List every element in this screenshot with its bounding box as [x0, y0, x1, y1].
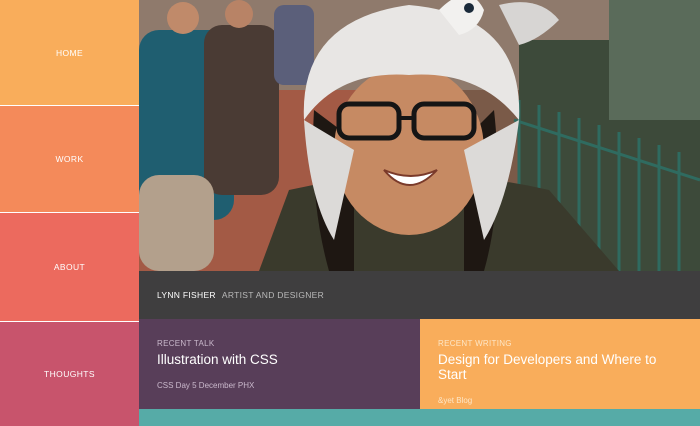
recent-talk-kicker: RECENT TALK: [157, 339, 215, 348]
recent-writing-card[interactable]: RECENT WRITING Design for Developers and…: [420, 319, 700, 409]
sidebar-nav: HOME WORK ABOUT THOUGHTS: [0, 0, 139, 426]
recent-writing-kicker: RECENT WRITING: [438, 339, 512, 348]
portrait-illustration: [139, 0, 700, 271]
nav-home-link[interactable]: HOME: [0, 0, 139, 105]
nav-work-link[interactable]: WORK: [0, 106, 139, 212]
nav-about-link[interactable]: ABOUT: [0, 213, 139, 321]
recent-writing-title[interactable]: Design for Developers and Where to Start: [438, 352, 682, 382]
nav-thoughts-link[interactable]: THOUGHTS: [0, 322, 139, 426]
name-bar: LYNN FISHER ARTIST AND DESIGNER: [139, 271, 700, 319]
hero-photo: [139, 0, 700, 271]
profile-name: LYNN FISHER: [157, 290, 216, 300]
recent-talk-meta: CSS Day 5 December PHX: [157, 381, 255, 390]
recent-talk-card[interactable]: RECENT TALK Illustration with CSS CSS Da…: [139, 319, 420, 409]
recent-talk-title[interactable]: Illustration with CSS: [157, 352, 402, 367]
profile-role: ARTIST AND DESIGNER: [221, 290, 325, 300]
recent-writing-meta: &yet Blog: [438, 396, 473, 405]
bottom-strip: [139, 409, 700, 426]
